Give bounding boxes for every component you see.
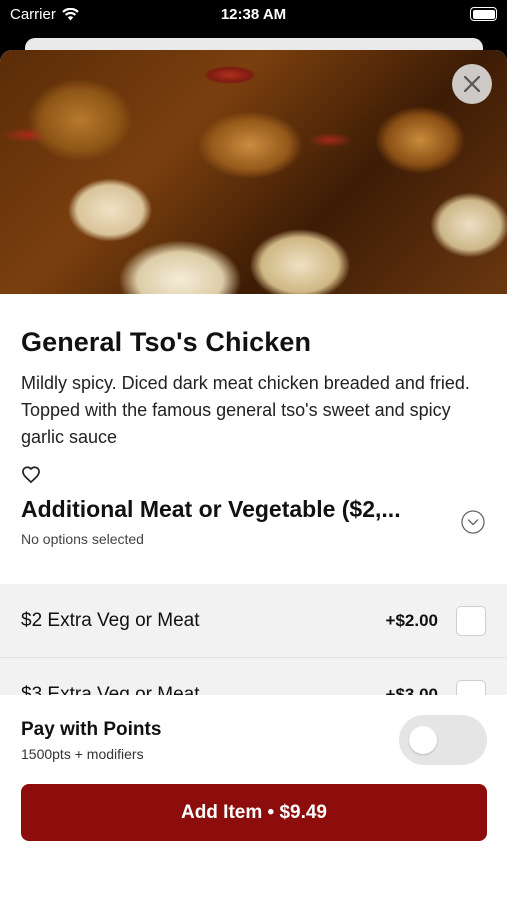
status-time: 12:38 AM	[220, 6, 287, 23]
toggle-knob	[409, 726, 437, 754]
item-description: Mildly spicy. Diced dark meat chicken br…	[21, 373, 470, 447]
item-info: General Tso's Chicken Mildly spicy. Dice…	[0, 327, 507, 487]
modifier-options-list[interactable]: $2 Extra Veg or Meat +$2.00 $3 Extra Veg…	[0, 584, 507, 699]
chevron-down-icon[interactable]	[461, 510, 485, 534]
close-icon	[463, 75, 481, 93]
item-title: General Tso's Chicken	[21, 327, 312, 357]
pay-with-points-toggle[interactable]	[399, 715, 487, 765]
status-bar: Carrier 12:38 AM	[0, 0, 507, 30]
close-button[interactable]	[452, 64, 492, 104]
favorite-button[interactable]	[21, 465, 43, 487]
item-detail-screen: Carrier 12:38 AM General Tso's Chicken M…	[0, 0, 507, 900]
pay-with-points-label: Pay with Points	[21, 719, 162, 740]
list-item[interactable]: $2 Extra Veg or Meat +$2.00	[0, 584, 507, 658]
option-price: +$2.00	[385, 610, 438, 630]
points-cost-label: 1500pts + modifiers	[21, 746, 144, 762]
modifier-group-title: Additional Meat or Vegetable ($2,...	[21, 496, 401, 522]
add-item-button[interactable]: Add Item • $9.49	[21, 784, 487, 841]
modifier-group-subtitle: No options selected	[21, 531, 144, 547]
option-label: $2 Extra Veg or Meat	[21, 609, 200, 631]
heart-icon	[22, 466, 40, 484]
modifier-group-header[interactable]: Additional Meat or Vegetable ($2,... No …	[21, 496, 487, 547]
checkout-panel: Pay with Points 1500pts + modifiers Add …	[0, 695, 507, 850]
list-item[interactable]: $3 Extra Veg or Meat +$3.00	[0, 658, 507, 699]
battery-icon	[470, 7, 497, 21]
item-photo	[0, 50, 507, 294]
option-checkbox[interactable]	[456, 605, 486, 636]
